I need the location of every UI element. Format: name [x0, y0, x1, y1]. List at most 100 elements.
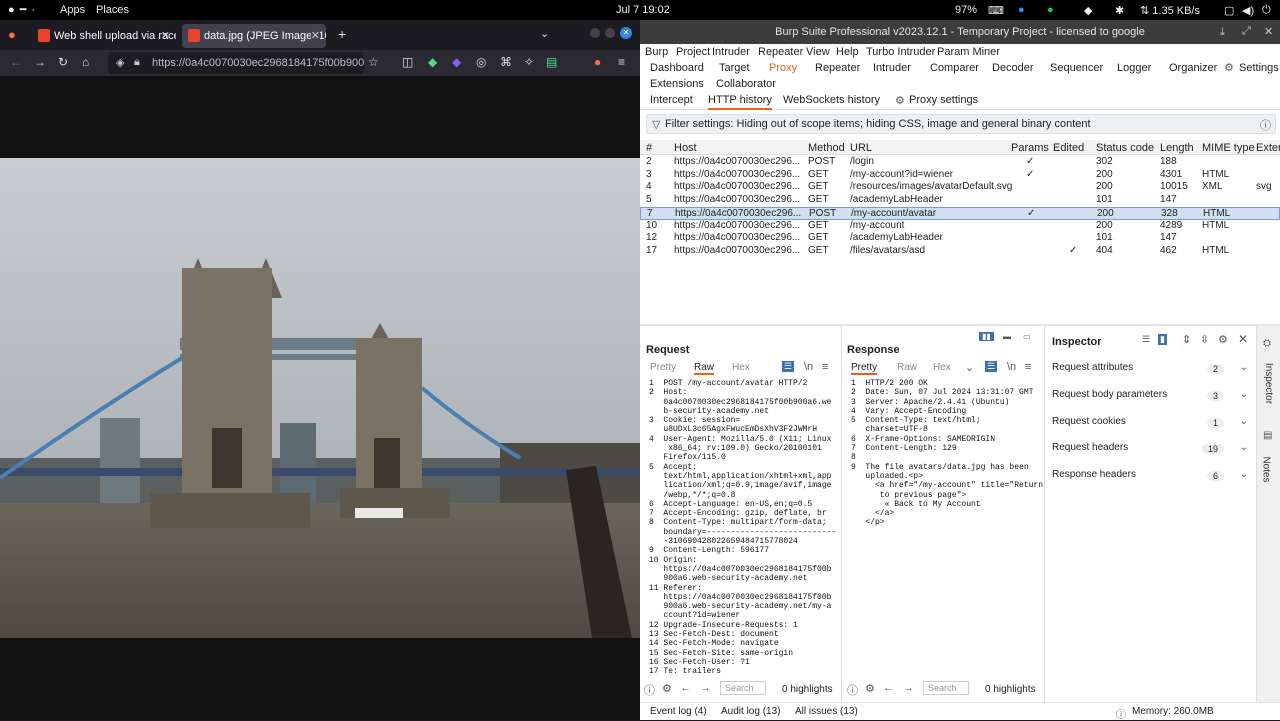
side-tab-inspector[interactable]: Inspector	[1263, 363, 1274, 404]
home-icon[interactable]: ⌂	[82, 55, 89, 69]
tab-web-shell-upload[interactable]: Web shell upload via race ✕	[32, 24, 176, 48]
request-body[interactable]: 1 POST /my-account/avatar HTTP/2 2 Host: …	[649, 379, 841, 679]
menu-view[interactable]: View	[806, 46, 830, 58]
collapse-icon[interactable]: ⇳	[1200, 333, 1209, 346]
col-status[interactable]: Status code	[1096, 142, 1154, 154]
back-arrow-icon[interactable]: ←	[680, 682, 691, 694]
reload-icon[interactable]: ↻	[58, 55, 68, 69]
maximize-icon[interactable]: ⤢	[1242, 25, 1251, 38]
all-issues-link[interactable]: All issues (13)	[795, 706, 858, 717]
col-number[interactable]: #	[646, 142, 652, 154]
subtab-proxy-settings[interactable]: Proxy settings	[909, 94, 978, 106]
audit-log-link[interactable]: Audit log (13)	[721, 706, 780, 717]
url-bar[interactable]: ◈ 🔒︎ https://0a4c0070030ec2968184175f00b…	[108, 52, 364, 74]
back-icon[interactable]: ←	[10, 55, 22, 69]
newline-toggle-icon[interactable]: \n	[804, 361, 813, 373]
gear-icon[interactable]: ⚙	[865, 682, 875, 695]
lock-icon[interactable]: 🔒︎	[134, 56, 140, 69]
newline-toggle-icon[interactable]: \n	[1007, 361, 1016, 373]
tab-logger[interactable]: Logger	[1117, 62, 1151, 74]
gear-icon[interactable]: ⚙	[895, 94, 905, 107]
help-icon[interactable]: ⓘ	[847, 682, 858, 698]
response-tab-hex[interactable]: Hex	[933, 362, 951, 373]
forward-arrow-icon[interactable]: →	[903, 682, 914, 694]
col-edited[interactable]: Edited	[1053, 142, 1084, 154]
filter-bar[interactable]: ▽ Filter settings: Hiding out of scope i…	[646, 114, 1276, 134]
response-body[interactable]: 1 HTTP/2 200 OK 2 Date: Sun, 07 Jul 2024 …	[851, 379, 1043, 679]
col-length[interactable]: Length	[1160, 142, 1194, 154]
tab-collaborator[interactable]: Collaborator	[716, 78, 776, 90]
gear-icon[interactable]: ⚙	[662, 682, 672, 695]
menu-turbo-intruder[interactable]: Turbo Intruder	[866, 46, 935, 58]
extension-graph-icon[interactable]: ⌘	[500, 55, 512, 69]
minimize-window-button[interactable]	[590, 28, 600, 38]
places-menu[interactable]: Places	[96, 4, 129, 16]
shield-icon[interactable]: ◈	[116, 56, 124, 69]
tab-comparer[interactable]: Comparer	[930, 62, 979, 74]
response-menu-icon[interactable]: ≡	[1025, 361, 1031, 373]
response-tab-raw[interactable]: Raw	[897, 362, 917, 373]
col-extension[interactable]: Exten	[1256, 142, 1280, 154]
inspector-request-attributes[interactable]: Request attributes 2 ⌄	[1052, 362, 1252, 380]
maximize-window-button[interactable]	[605, 28, 615, 38]
response-search-input[interactable]: Search	[923, 681, 969, 695]
close-icon[interactable]: ✕	[1264, 25, 1273, 38]
wrap-toggle-icon[interactable]: ☰	[985, 361, 998, 372]
inspector-request-body-parameters[interactable]: Request body parameters 3 ⌄	[1052, 389, 1252, 407]
extension-circle-icon[interactable]: ◎	[476, 55, 486, 69]
help-icon[interactable]: ⓘ	[644, 682, 655, 698]
back-arrow-icon[interactable]: ←	[883, 682, 894, 694]
forward-arrow-icon[interactable]: →	[700, 682, 711, 694]
gear-icon[interactable]: ⚙	[1224, 61, 1234, 74]
list-all-tabs-icon[interactable]: ⌄	[540, 27, 549, 40]
tab-dashboard[interactable]: Dashboard	[650, 62, 704, 74]
gear-icon[interactable]: ⚙	[1218, 333, 1228, 346]
menu-repeater[interactable]: Repeater	[758, 46, 803, 58]
help-icon[interactable]: ⓘ	[1260, 117, 1271, 133]
request-tab-raw[interactable]: Raw	[694, 362, 715, 375]
request-tab-pretty[interactable]: Pretty	[650, 362, 676, 373]
table-row[interactable]: 3 https://0a4c0070030ec296... GET/my-accou…	[640, 169, 1280, 182]
tab-sequencer[interactable]: Sequencer	[1050, 62, 1103, 74]
inspector-request-cookies[interactable]: Request cookies 1 ⌄	[1052, 416, 1252, 434]
menu-burp[interactable]: Burp	[645, 46, 668, 58]
request-tab-hex[interactable]: Hex	[732, 362, 750, 373]
extension-shield-icon[interactable]: ◆	[428, 55, 437, 69]
tab-organizer[interactable]: Organizer	[1169, 62, 1217, 74]
forward-icon[interactable]: →	[34, 55, 46, 69]
close-window-button[interactable]: ✕	[620, 27, 632, 39]
new-tab-button[interactable]: +	[338, 26, 346, 42]
pocket-icon[interactable]: ◫	[402, 55, 413, 69]
layout-horizontal-icon[interactable]: ▬	[1003, 332, 1011, 341]
table-row[interactable]: 17 https://0a4c0070030ec296... GET/files/a…	[640, 245, 1280, 258]
layout-tabs-icon[interactable]: ▭	[1023, 332, 1031, 341]
table-row[interactable]: 4 https://0a4c0070030ec296... GET/resource…	[640, 181, 1280, 194]
tab-proxy[interactable]: Proxy	[769, 62, 797, 74]
extension-purple-icon[interactable]: ◆	[452, 55, 461, 69]
layout-split-icon[interactable]: ▮▮	[979, 332, 994, 341]
firefox-account-icon[interactable]: ●	[594, 55, 601, 69]
menu-help[interactable]: Help	[836, 46, 859, 58]
extensions-puzzle-icon[interactable]: ✧	[524, 55, 534, 69]
tab-settings[interactable]: Settings	[1239, 62, 1279, 74]
close-tab-icon[interactable]: ✕	[161, 29, 170, 42]
notes-side-icon[interactable]: ▤	[1263, 430, 1272, 441]
request-menu-icon[interactable]: ≡	[822, 361, 828, 373]
col-method[interactable]: Method	[808, 142, 845, 154]
clock[interactable]: Jul 7 19:02	[616, 4, 670, 16]
firefox-menu-icon[interactable]: ●	[8, 27, 16, 42]
menu-project[interactable]: Project	[676, 46, 710, 58]
activities-dots-icon[interactable]: ● ━ ·	[8, 3, 36, 16]
table-row[interactable]: 10 https://0a4c0070030ec296... GET/my-acco…	[640, 220, 1280, 233]
tab-target[interactable]: Target	[719, 62, 750, 74]
col-mime[interactable]: MIME type	[1202, 142, 1255, 154]
col-url[interactable]: URL	[850, 142, 872, 154]
apps-menu[interactable]: Apps	[60, 4, 85, 16]
subtab-intercept[interactable]: Intercept	[650, 94, 693, 106]
tab-data-jpg[interactable]: data.jpg (JPEG Image, 16 ✕	[182, 24, 326, 48]
tab-decoder[interactable]: Decoder	[992, 62, 1034, 74]
inspector-panel-icon[interactable]: ▮	[1158, 334, 1167, 345]
table-row[interactable]: 7 https://0a4c0070030ec296... POST/my-acco…	[640, 206, 1280, 220]
menu-intruder[interactable]: Intruder	[712, 46, 750, 58]
table-row[interactable]: 5 https://0a4c0070030ec296... GET/academyL…	[640, 194, 1280, 207]
